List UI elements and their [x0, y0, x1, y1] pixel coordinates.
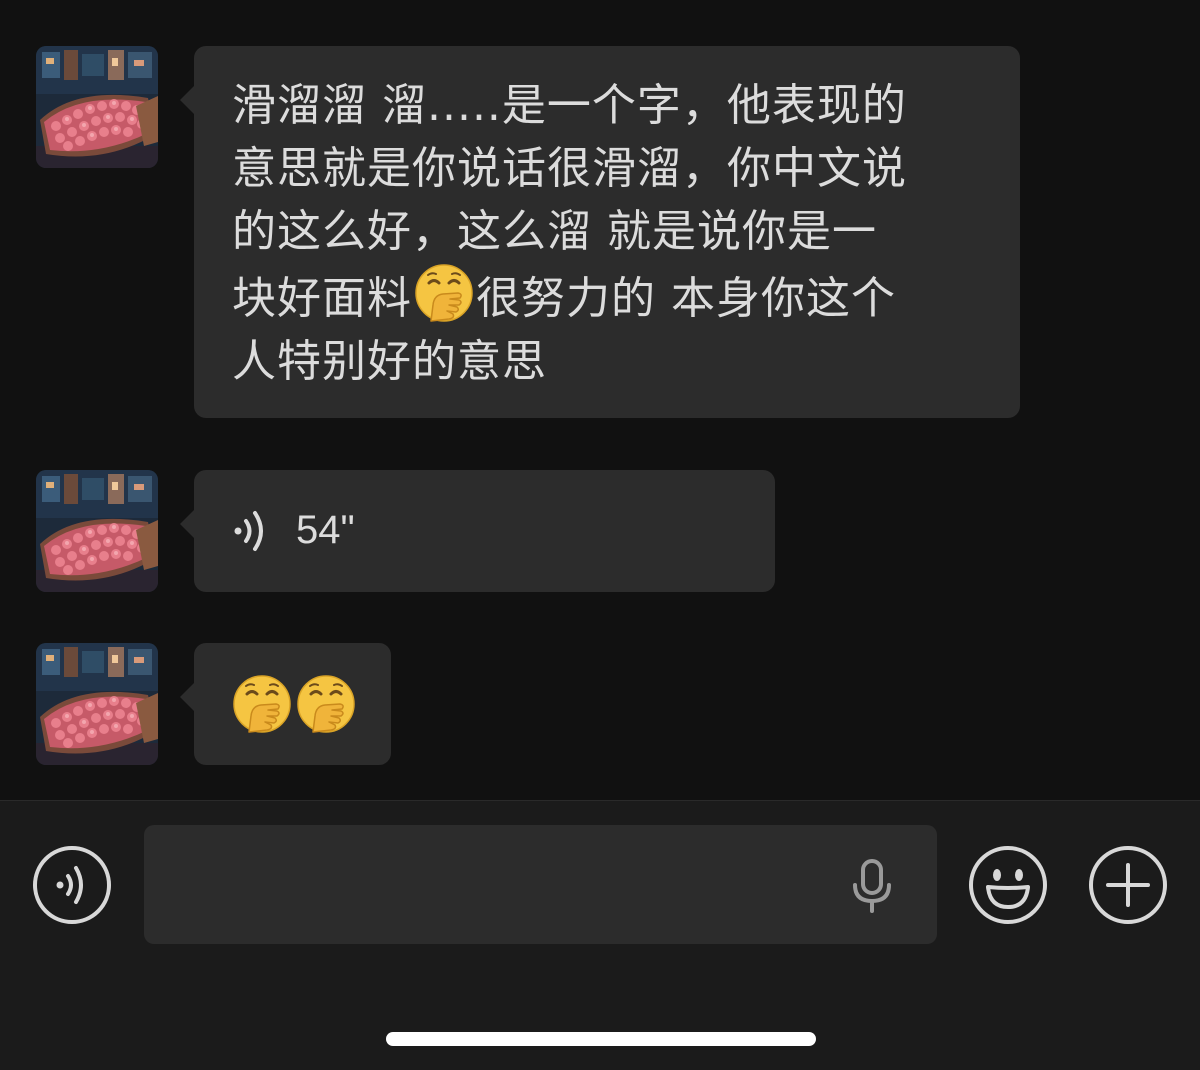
- chat-screen: 滑溜溜 溜.....是一个字，他表现的 意思就是你说话很滑溜，你中文说 的这么好…: [0, 0, 1200, 1070]
- message-line: 滑溜溜 溜.....是一个字，他表现的: [232, 80, 907, 131]
- message-line-part: 块好面料: [232, 273, 412, 324]
- plus-icon: [1106, 863, 1150, 907]
- text-message-bubble[interactable]: 滑溜溜 溜.....是一个字，他表现的 意思就是你说话很滑溜，你中文说 的这么好…: [180, 46, 1020, 418]
- message-line-with-emoji: 块好面料 很努力的 本身你这个: [232, 263, 990, 330]
- more-button[interactable]: [1088, 845, 1168, 925]
- avatar-image: [36, 46, 158, 168]
- avatar-image: [36, 643, 158, 765]
- contact-avatar[interactable]: [36, 470, 158, 592]
- input-bar: [0, 801, 1200, 1070]
- voice-toggle-button[interactable]: [32, 845, 112, 925]
- face-with-hand-over-mouth-icon: [414, 263, 474, 323]
- message-line-part: 很努力的 本身你这个: [476, 273, 896, 324]
- microphone-icon[interactable]: [851, 859, 893, 913]
- contact-avatar[interactable]: [36, 643, 158, 765]
- avatar-image: [36, 470, 158, 592]
- voice-wave-icon: [56, 866, 83, 904]
- message-input[interactable]: [144, 825, 937, 944]
- message-line: 的这么好，这么溜 就是说你是一: [232, 206, 877, 257]
- face-with-hand-over-mouth-icon: [232, 674, 292, 734]
- voice-duration: 54": [296, 508, 355, 552]
- contact-avatar[interactable]: [36, 46, 158, 168]
- emoji-message-bubble[interactable]: [180, 643, 391, 765]
- face-with-hand-over-mouth-icon: [296, 674, 356, 734]
- message-line: 人特别好的意思: [232, 336, 547, 387]
- message-line: 意思就是你说话很滑溜，你中文说: [232, 143, 907, 194]
- smiley-icon: [986, 869, 1030, 909]
- message-list[interactable]: 滑溜溜 溜.....是一个字，他表现的 意思就是你说话很滑溜，你中文说 的这么好…: [0, 0, 1200, 800]
- emoji-button[interactable]: [968, 845, 1048, 925]
- voice-message-bubble[interactable]: 54": [180, 470, 775, 592]
- home-indicator[interactable]: [386, 1032, 816, 1046]
- voice-wave-icon: [234, 511, 263, 551]
